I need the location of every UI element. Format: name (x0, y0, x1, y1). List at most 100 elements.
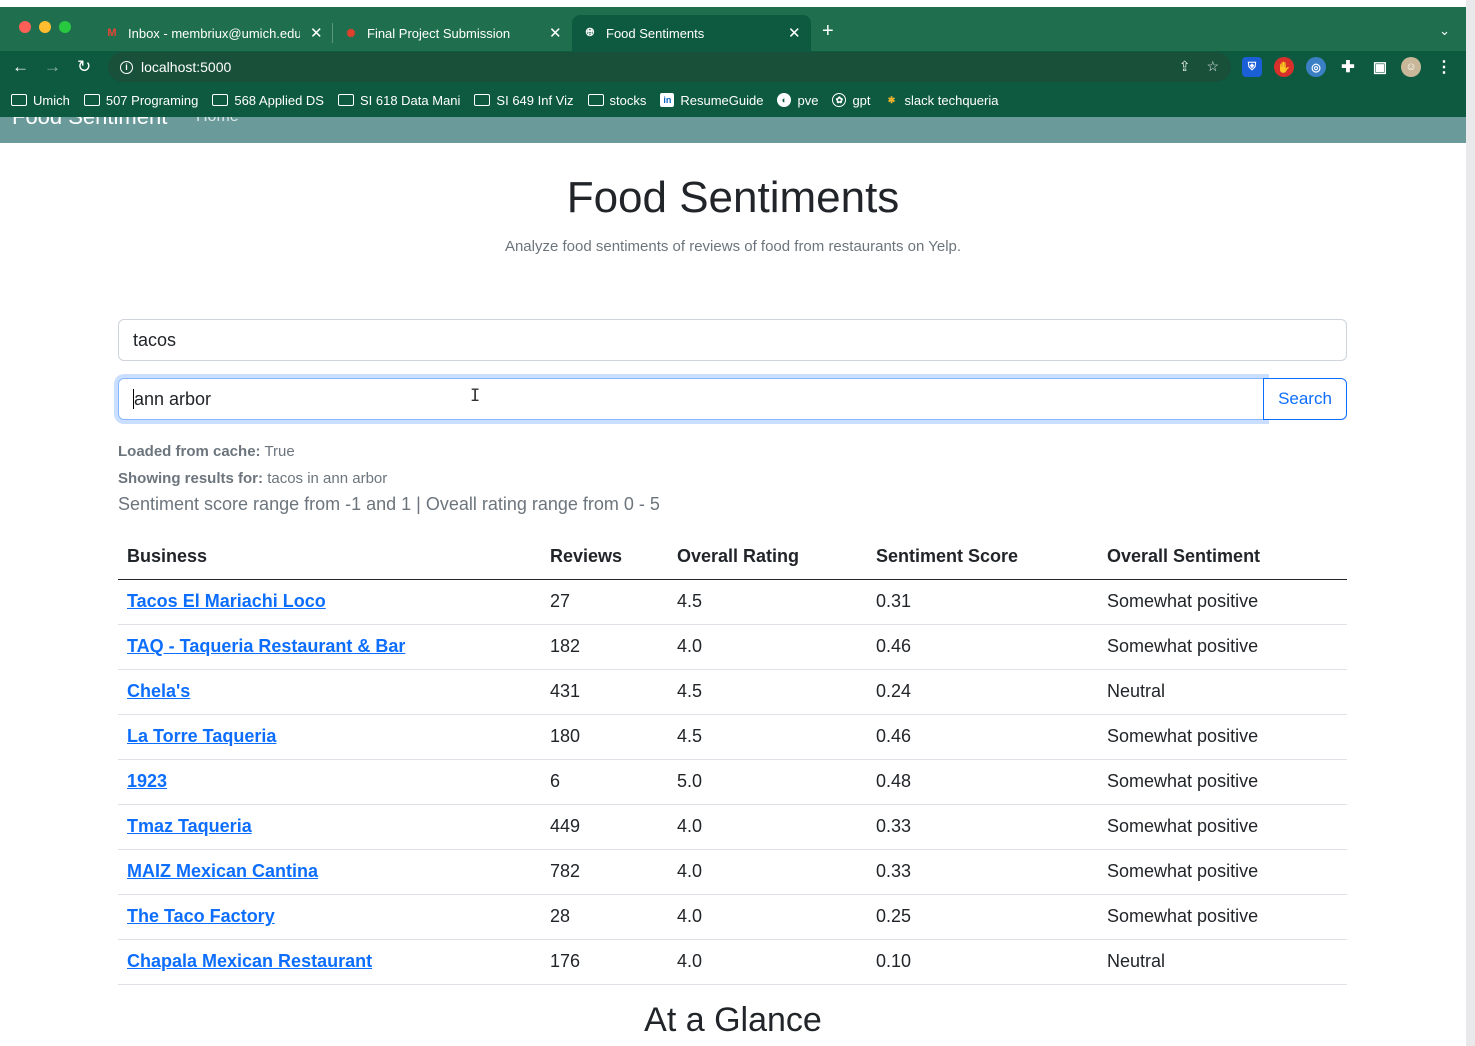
search-button[interactable]: Search (1263, 378, 1347, 420)
side-panel-icon[interactable]: ▣ (1370, 57, 1390, 77)
bookmark-stocks[interactable]: stocks (587, 92, 647, 108)
new-tab-button[interactable]: + (822, 21, 834, 41)
bookmark-umich[interactable]: Umich (11, 93, 70, 108)
reload-icon[interactable]: ↻ (77, 57, 91, 77)
sentiment-score-cell: 0.25 (867, 894, 1098, 940)
bookmark-label: stocks (609, 92, 647, 108)
header-sentiment-score[interactable]: Sentiment Score (867, 535, 1098, 580)
folder-icon (212, 94, 229, 106)
site-info-icon[interactable]: i (120, 60, 133, 74)
bitwarden-extension-icon[interactable]: ⛨ (1242, 57, 1262, 77)
bookmarks-bar: Umich 507 Programing 568 Applied DS SI 6… (0, 83, 1466, 117)
business-link[interactable]: The Taco Factory (127, 906, 275, 926)
zoom-window-button[interactable] (59, 21, 71, 33)
sentiment-cell: Somewhat positive (1098, 624, 1347, 670)
bookmark-label: pve (797, 92, 819, 108)
extension-icon[interactable]: ◎ (1306, 57, 1326, 77)
rating-cell: 4.5 (668, 669, 867, 715)
location-input-value: ann arbor (134, 388, 212, 409)
linkedin-icon: in (660, 93, 675, 107)
back-arrow-icon[interactable]: ← (12, 57, 29, 77)
tab-final-project[interactable]: ✺ Final Project Submission ✕ (333, 15, 572, 51)
reviews-cell: 176 (541, 939, 668, 985)
bookmark-pve[interactable]: ◐ pve (777, 93, 818, 108)
close-icon[interactable]: ✕ (310, 24, 323, 42)
minimize-window-button[interactable] (39, 21, 51, 33)
close-window-button[interactable] (19, 21, 31, 33)
sentiment-score-cell: 0.33 (867, 804, 1098, 850)
nav-home-link[interactable]: Home (196, 117, 239, 126)
tab-title: Food Sentiments (606, 25, 705, 41)
tab-title: Inbox - membriux@umich.edu (128, 25, 300, 41)
business-link[interactable]: Chapala Mexican Restaurant (127, 951, 372, 971)
folder-icon (11, 94, 27, 106)
globe-icon: ◐ (777, 93, 792, 107)
profile-avatar[interactable]: ☺ (1401, 57, 1421, 77)
puzzle-extensions-icon[interactable]: ✚ (1338, 57, 1358, 77)
canvas-icon: ✺ (346, 27, 356, 40)
sentiment-cell: Somewhat positive (1098, 579, 1347, 625)
reviews-cell: 180 (541, 714, 668, 760)
cache-status: Loaded from cache: True (118, 443, 295, 460)
results-table: Business Reviews Overall Rating Sentimen… (118, 535, 1347, 985)
business-link[interactable]: Tacos El Mariachi Loco (127, 591, 326, 611)
sentiment-score-cell: 0.33 (867, 849, 1098, 895)
header-business[interactable]: Business (118, 535, 541, 580)
table-header-row: Business Reviews Overall Rating Sentimen… (118, 535, 1347, 580)
business-link[interactable]: La Torre Taqueria (127, 726, 276, 746)
share-icon[interactable]: ⇪ (1179, 58, 1191, 75)
bookmark-si649[interactable]: SI 649 Inf Viz (474, 93, 574, 108)
reviews-cell: 6 (541, 759, 668, 805)
sentiment-cell: Somewhat positive (1098, 804, 1347, 850)
table-row: Chapala Mexican Restaurant 176 4.0 0.10 … (118, 939, 1347, 985)
header-reviews[interactable]: Reviews (541, 535, 668, 580)
table-row: The Taco Factory 28 4.0 0.25 Somewhat po… (118, 894, 1347, 940)
sentiment-cell: Somewhat positive (1098, 894, 1347, 940)
forward-arrow-icon[interactable]: → (44, 57, 61, 77)
bookmark-label: ResumeGuide (680, 92, 764, 108)
page-title: Food Sentiments (566, 173, 900, 222)
bookmark-slack[interactable]: ✱ slack techqueria (885, 93, 999, 108)
tab-food-sentiments[interactable]: 🌐︎ Food Sentiments ✕ (572, 15, 811, 51)
business-link[interactable]: MAIZ Mexican Cantina (127, 861, 318, 881)
rating-cell: 4.5 (668, 579, 867, 625)
food-search-input[interactable]: tacos (118, 319, 1347, 361)
location-search-input[interactable]: ann arbor (118, 378, 1265, 420)
tab-inbox[interactable]: M Inbox - membriux@umich.edu ✕ (94, 15, 333, 51)
rating-cell: 4.0 (668, 804, 867, 850)
business-link[interactable]: TAQ - Taqueria Restaurant & Bar (127, 636, 405, 656)
url-text: localhost:5000 (141, 59, 232, 75)
bookmark-label: slack techqueria (904, 92, 999, 108)
adblock-extension-icon[interactable]: ✋ (1274, 57, 1294, 77)
bookmark-568[interactable]: 568 Applied DS (212, 93, 324, 108)
header-overall-sentiment[interactable]: Overall Sentiment (1098, 535, 1347, 580)
bookmark-resumeguide[interactable]: in ResumeGuide (660, 93, 763, 108)
header-overall-rating[interactable]: Overall Rating (668, 535, 867, 580)
tab-search-chevron-icon[interactable]: ⌄ (1439, 23, 1450, 39)
address-bar[interactable]: i localhost:5000 ⇪ ☆ (108, 52, 1231, 82)
folder-icon (587, 94, 604, 106)
bookmark-507[interactable]: 507 Programing (83, 93, 198, 108)
reviews-cell: 27 (541, 579, 668, 625)
sentiment-score-cell: 0.46 (867, 624, 1098, 670)
table-row: Tacos El Mariachi Loco 27 4.5 0.31 Somew… (118, 579, 1347, 625)
business-link[interactable]: Chela's (127, 681, 190, 701)
table-row: MAIZ Mexican Cantina 782 4.0 0.33 Somewh… (118, 849, 1347, 895)
gmail-icon: M (107, 27, 117, 39)
showing-value: tacos in ann arbor (267, 470, 388, 487)
menu-kebab-icon[interactable]: ⋮ (1434, 57, 1454, 77)
folder-icon (474, 94, 491, 106)
business-link[interactable]: Tmaz Taqueria (127, 816, 252, 836)
close-icon[interactable]: ✕ (549, 24, 562, 42)
page-lead: Analyze food sentiments of reviews of fo… (504, 238, 962, 255)
reviews-cell: 449 (541, 804, 668, 850)
close-icon[interactable]: ✕ (788, 24, 801, 42)
window-controls (19, 21, 71, 33)
globe-icon: 🌐︎ (585, 26, 595, 39)
navbar-brand[interactable]: Food Sentiment (12, 117, 167, 130)
bookmark-gpt[interactable]: ✿ gpt (832, 93, 871, 108)
reviews-cell: 431 (541, 669, 668, 715)
business-link[interactable]: 1923 (127, 771, 167, 791)
bookmark-star-icon[interactable]: ☆ (1206, 58, 1219, 75)
bookmark-si618[interactable]: SI 618 Data Mani (337, 93, 460, 108)
